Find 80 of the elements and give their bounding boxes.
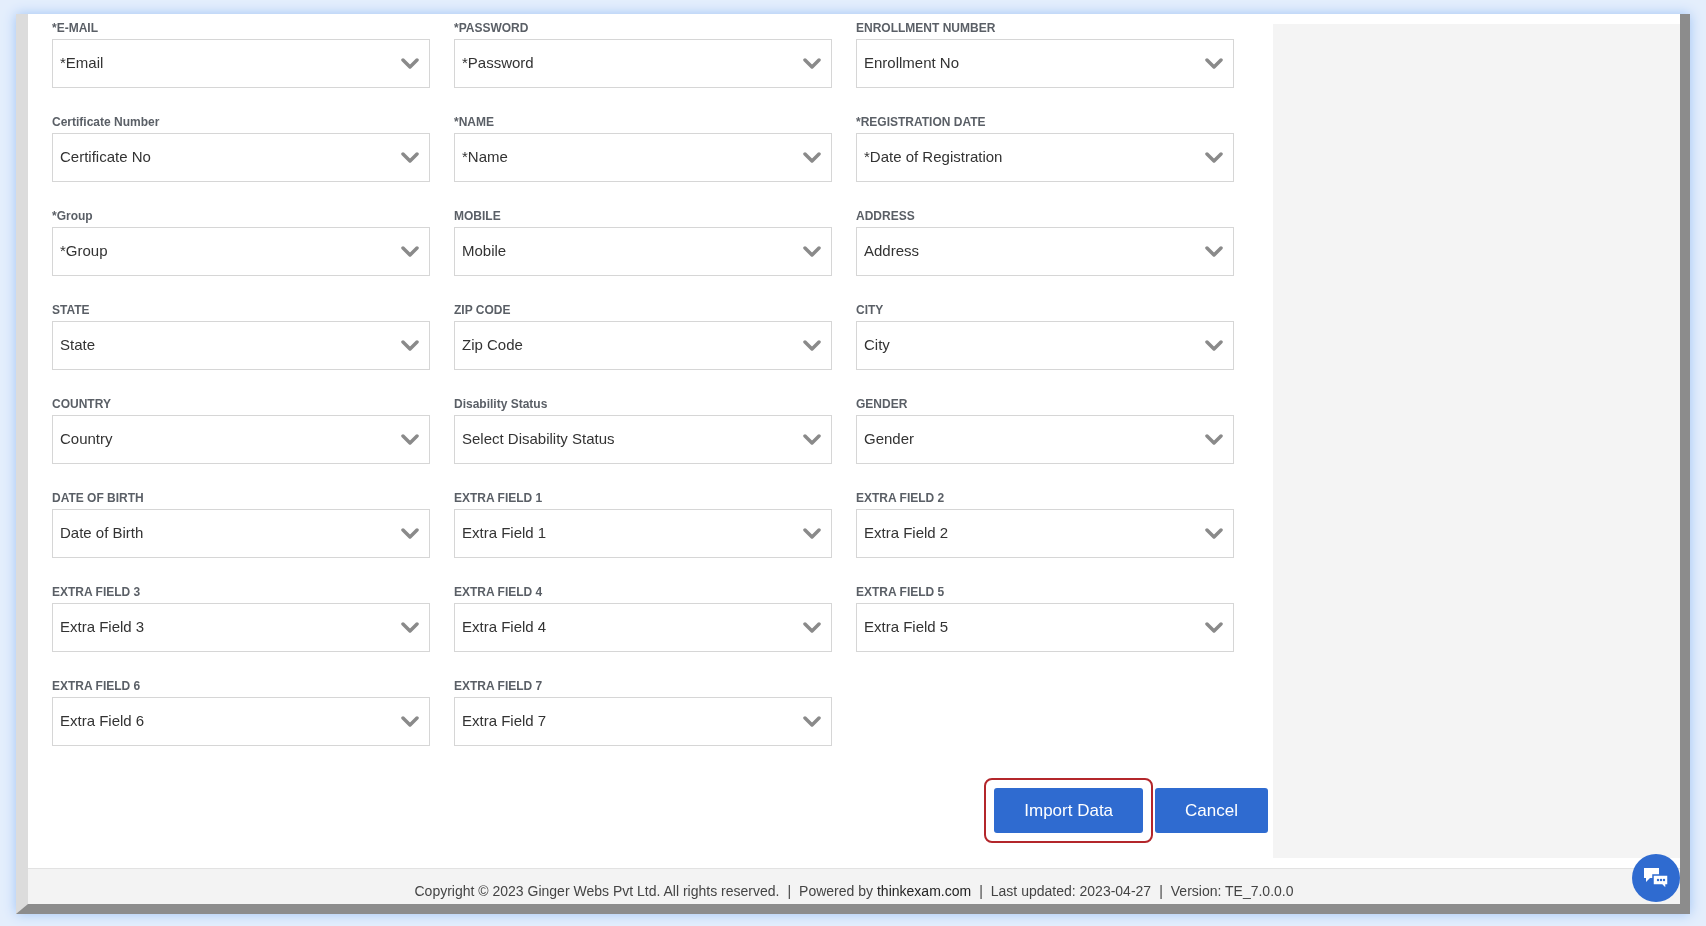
chevron-down-icon xyxy=(803,715,821,728)
copyright-text: Copyright © 2023 Ginger Webs Pvt Ltd. All rights reserved. xyxy=(414,882,780,901)
powered-by-text: Powered by xyxy=(799,882,873,901)
field-label: COUNTRY xyxy=(52,397,112,412)
chevron-down-icon xyxy=(803,151,821,164)
chevron-down-icon xyxy=(803,527,821,540)
field-label: EXTRA FIELD 4 xyxy=(454,585,544,600)
thinkexam-link[interactable]: thinkexam.com xyxy=(877,881,972,902)
select-field[interactable]: Certificate No xyxy=(52,133,430,182)
select-field[interactable]: *Name xyxy=(454,133,832,182)
field-label: Disability Status xyxy=(454,397,549,412)
select-field[interactable]: Date of Birth xyxy=(52,509,430,558)
select-field[interactable]: Extra Field 6 xyxy=(52,697,430,746)
field-label: EXTRA FIELD 3 xyxy=(52,585,142,600)
field-label: *NAME xyxy=(454,115,495,130)
chevron-down-icon xyxy=(1205,433,1223,446)
field-label: *E-MAIL xyxy=(52,21,99,36)
separator: | xyxy=(979,882,983,901)
select-field[interactable]: Extra Field 7 xyxy=(454,697,832,746)
select-field[interactable]: Country xyxy=(52,415,430,464)
chevron-down-icon xyxy=(803,433,821,446)
field-label: *PASSWORD xyxy=(454,21,530,36)
select-field[interactable]: City xyxy=(856,321,1234,370)
select-field[interactable]: Select Disability Status xyxy=(454,415,832,464)
chevron-down-icon xyxy=(803,339,821,352)
field-label: *REGISTRATION DATE xyxy=(856,115,987,130)
field-label: ENROLLMENT NUMBER xyxy=(856,21,997,36)
select-field[interactable]: *Email xyxy=(52,39,430,88)
separator: | xyxy=(1159,882,1163,901)
field-label: CITY xyxy=(856,303,885,318)
chevron-down-icon xyxy=(1205,245,1223,258)
chevron-down-icon xyxy=(1205,57,1223,70)
field-label: EXTRA FIELD 6 xyxy=(52,679,142,694)
chevron-down-icon xyxy=(401,433,419,446)
field-label: Certificate Number xyxy=(52,115,161,130)
field-label: ADDRESS xyxy=(856,209,916,224)
chevron-down-icon xyxy=(401,57,419,70)
chevron-down-icon xyxy=(401,527,419,540)
chevron-down-icon xyxy=(803,57,821,70)
chevron-down-icon xyxy=(1205,527,1223,540)
chat-bubbles-icon xyxy=(1642,866,1670,890)
field-label: MOBILE xyxy=(454,209,502,224)
select-field[interactable]: Extra Field 1 xyxy=(454,509,832,558)
import-button[interactable]: Import Data xyxy=(994,788,1144,833)
select-field[interactable]: Address xyxy=(856,227,1234,276)
chevron-down-icon xyxy=(1205,621,1223,634)
field-label: EXTRA FIELD 2 xyxy=(856,491,946,506)
chevron-down-icon xyxy=(1205,339,1223,352)
chevron-down-icon xyxy=(803,621,821,634)
field-label: EXTRA FIELD 1 xyxy=(454,491,544,506)
select-field[interactable]: Mobile xyxy=(454,227,832,276)
field-label: EXTRA FIELD 5 xyxy=(856,585,946,600)
field-label: GENDER xyxy=(856,397,909,412)
chevron-down-icon xyxy=(803,245,821,258)
last-updated-text: Last updated: 2023-04-27 xyxy=(990,882,1152,901)
select-field[interactable]: *Password xyxy=(454,39,832,88)
field-label: STATE xyxy=(52,303,91,318)
separator: | xyxy=(787,882,792,901)
chevron-down-icon xyxy=(1205,151,1223,164)
field-label: *Group xyxy=(52,209,94,224)
select-field[interactable]: Enrollment No xyxy=(856,39,1234,88)
field-label: DATE OF BIRTH xyxy=(52,491,145,506)
field-label: ZIP CODE xyxy=(454,303,512,318)
select-field[interactable]: Extra Field 4 xyxy=(454,603,832,652)
select-field[interactable]: Extra Field 5 xyxy=(856,603,1234,652)
chevron-down-icon xyxy=(401,339,419,352)
chevron-down-icon xyxy=(401,715,419,728)
select-field[interactable]: Gender xyxy=(856,415,1234,464)
cancel-button[interactable]: Cancel xyxy=(1155,788,1268,833)
field-label: EXTRA FIELD 7 xyxy=(454,679,544,694)
select-field[interactable]: Extra Field 2 xyxy=(856,509,1234,558)
select-field[interactable]: *Date of Registration xyxy=(856,133,1234,182)
select-field[interactable]: Zip Code xyxy=(454,321,832,370)
select-field[interactable]: Extra Field 3 xyxy=(52,603,430,652)
chevron-down-icon xyxy=(401,621,419,634)
chevron-down-icon xyxy=(401,151,419,164)
select-field[interactable]: *Group xyxy=(52,227,430,276)
select-field[interactable]: State xyxy=(52,321,430,370)
version-text: Version: TE_7.0.0.0 xyxy=(1170,882,1294,901)
chevron-down-icon xyxy=(401,245,419,258)
